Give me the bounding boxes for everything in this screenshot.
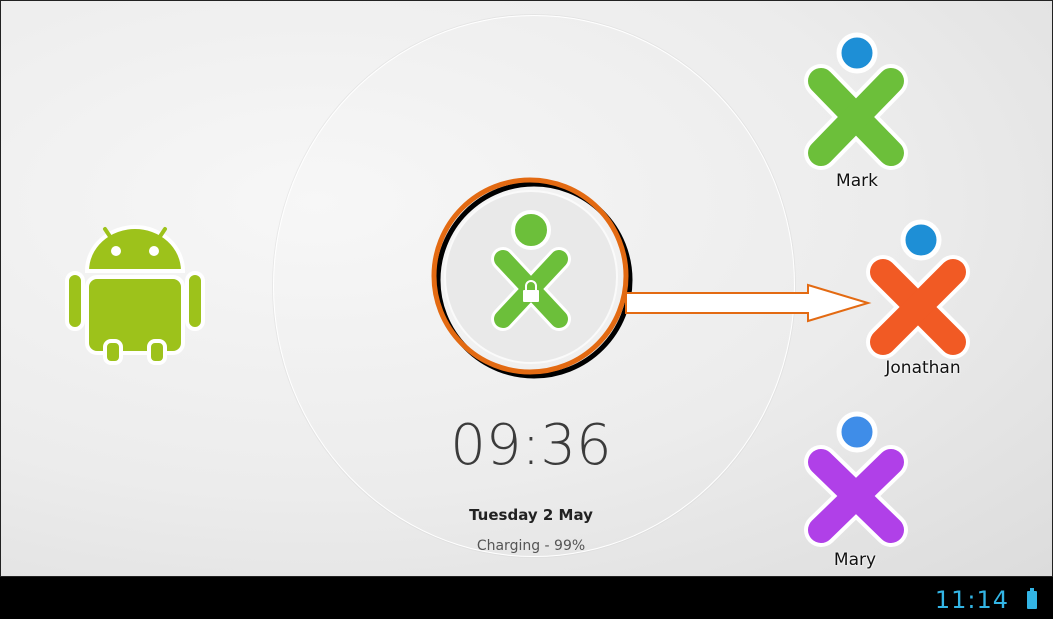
user-avatar-icon bbox=[804, 411, 908, 547]
lockscreen-clock: 09:36 bbox=[450, 413, 612, 478]
user-name-label: Mark bbox=[836, 171, 878, 191]
system-status-bar: 11:14 bbox=[0, 577, 1053, 619]
lockscreen-date: Tuesday 2 May bbox=[469, 506, 593, 524]
android-icon[interactable] bbox=[65, 211, 205, 371]
arrow-icon bbox=[624, 283, 874, 327]
user-name-label: Mary bbox=[833, 550, 877, 570]
user-mark[interactable]: Mark bbox=[797, 29, 917, 199]
user-avatar-icon bbox=[866, 219, 970, 359]
charging-status: Charging - 99% bbox=[476, 538, 586, 554]
user-mary[interactable]: Mary bbox=[797, 406, 917, 576]
user-name-label: Jonathan bbox=[885, 358, 961, 378]
battery-icon bbox=[1027, 588, 1037, 609]
user-avatar-icon bbox=[804, 32, 908, 170]
current-user-unlock-button[interactable] bbox=[427, 173, 637, 383]
lock-screen: Mark Jonathan Mary 09:36 Tuesday 2 May C… bbox=[0, 0, 1053, 577]
user-jonathan[interactable]: Jonathan bbox=[859, 216, 979, 386]
status-bar-time: 11:14 bbox=[934, 586, 1009, 614]
